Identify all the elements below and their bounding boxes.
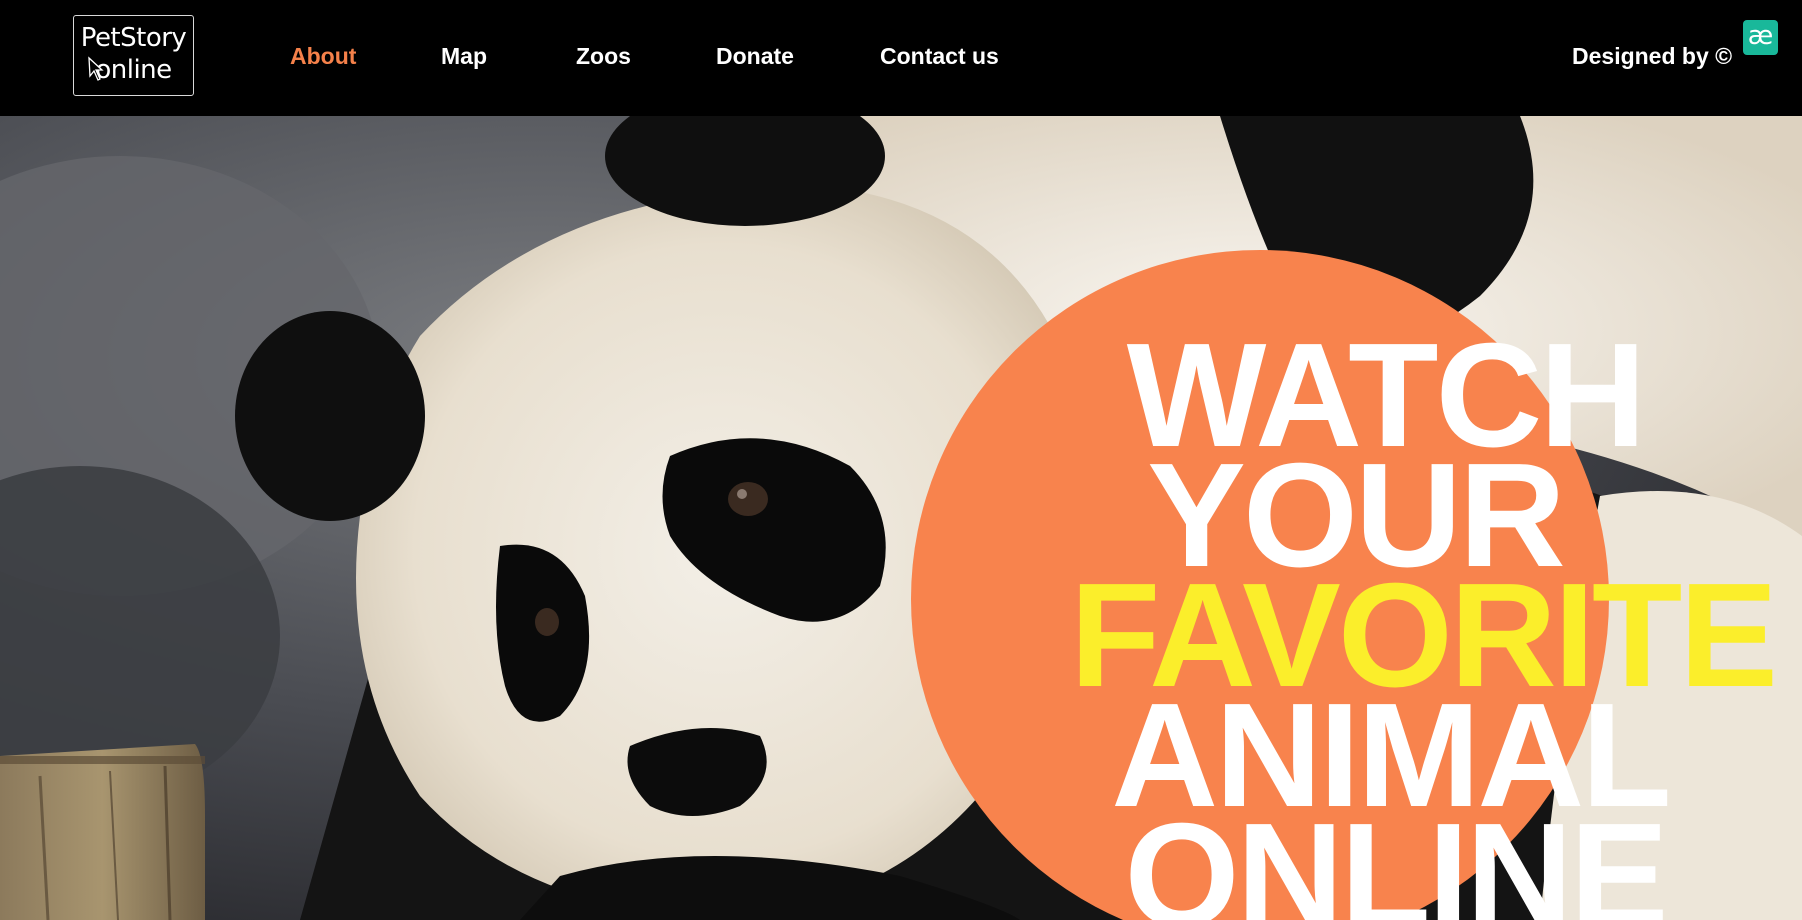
logo-line-2: online: [95, 55, 172, 85]
cursor-icon: [88, 56, 104, 81]
hero-section: WATCH YOUR FAVORITE ANIMAL ONLINE: [0, 116, 1802, 920]
designer-logo-icon[interactable]: æ: [1743, 20, 1778, 55]
logo-line-1: PetStory: [80, 23, 187, 53]
top-navbar: PetStory online About Map Zoos Donate Co…: [0, 0, 1802, 116]
nav-about[interactable]: About: [290, 38, 356, 74]
hero-headline: WATCH YOUR FAVORITE ANIMAL ONLINE: [1020, 322, 1790, 920]
nav-donate[interactable]: Donate: [716, 38, 794, 74]
nav-zoos[interactable]: Zoos: [576, 38, 631, 74]
nav-contact-us[interactable]: Contact us: [880, 38, 999, 74]
petstory-logo[interactable]: PetStory online: [73, 15, 194, 96]
designer-credit: Designed by ©: [1572, 43, 1733, 69]
nav-map[interactable]: Map: [441, 38, 487, 74]
